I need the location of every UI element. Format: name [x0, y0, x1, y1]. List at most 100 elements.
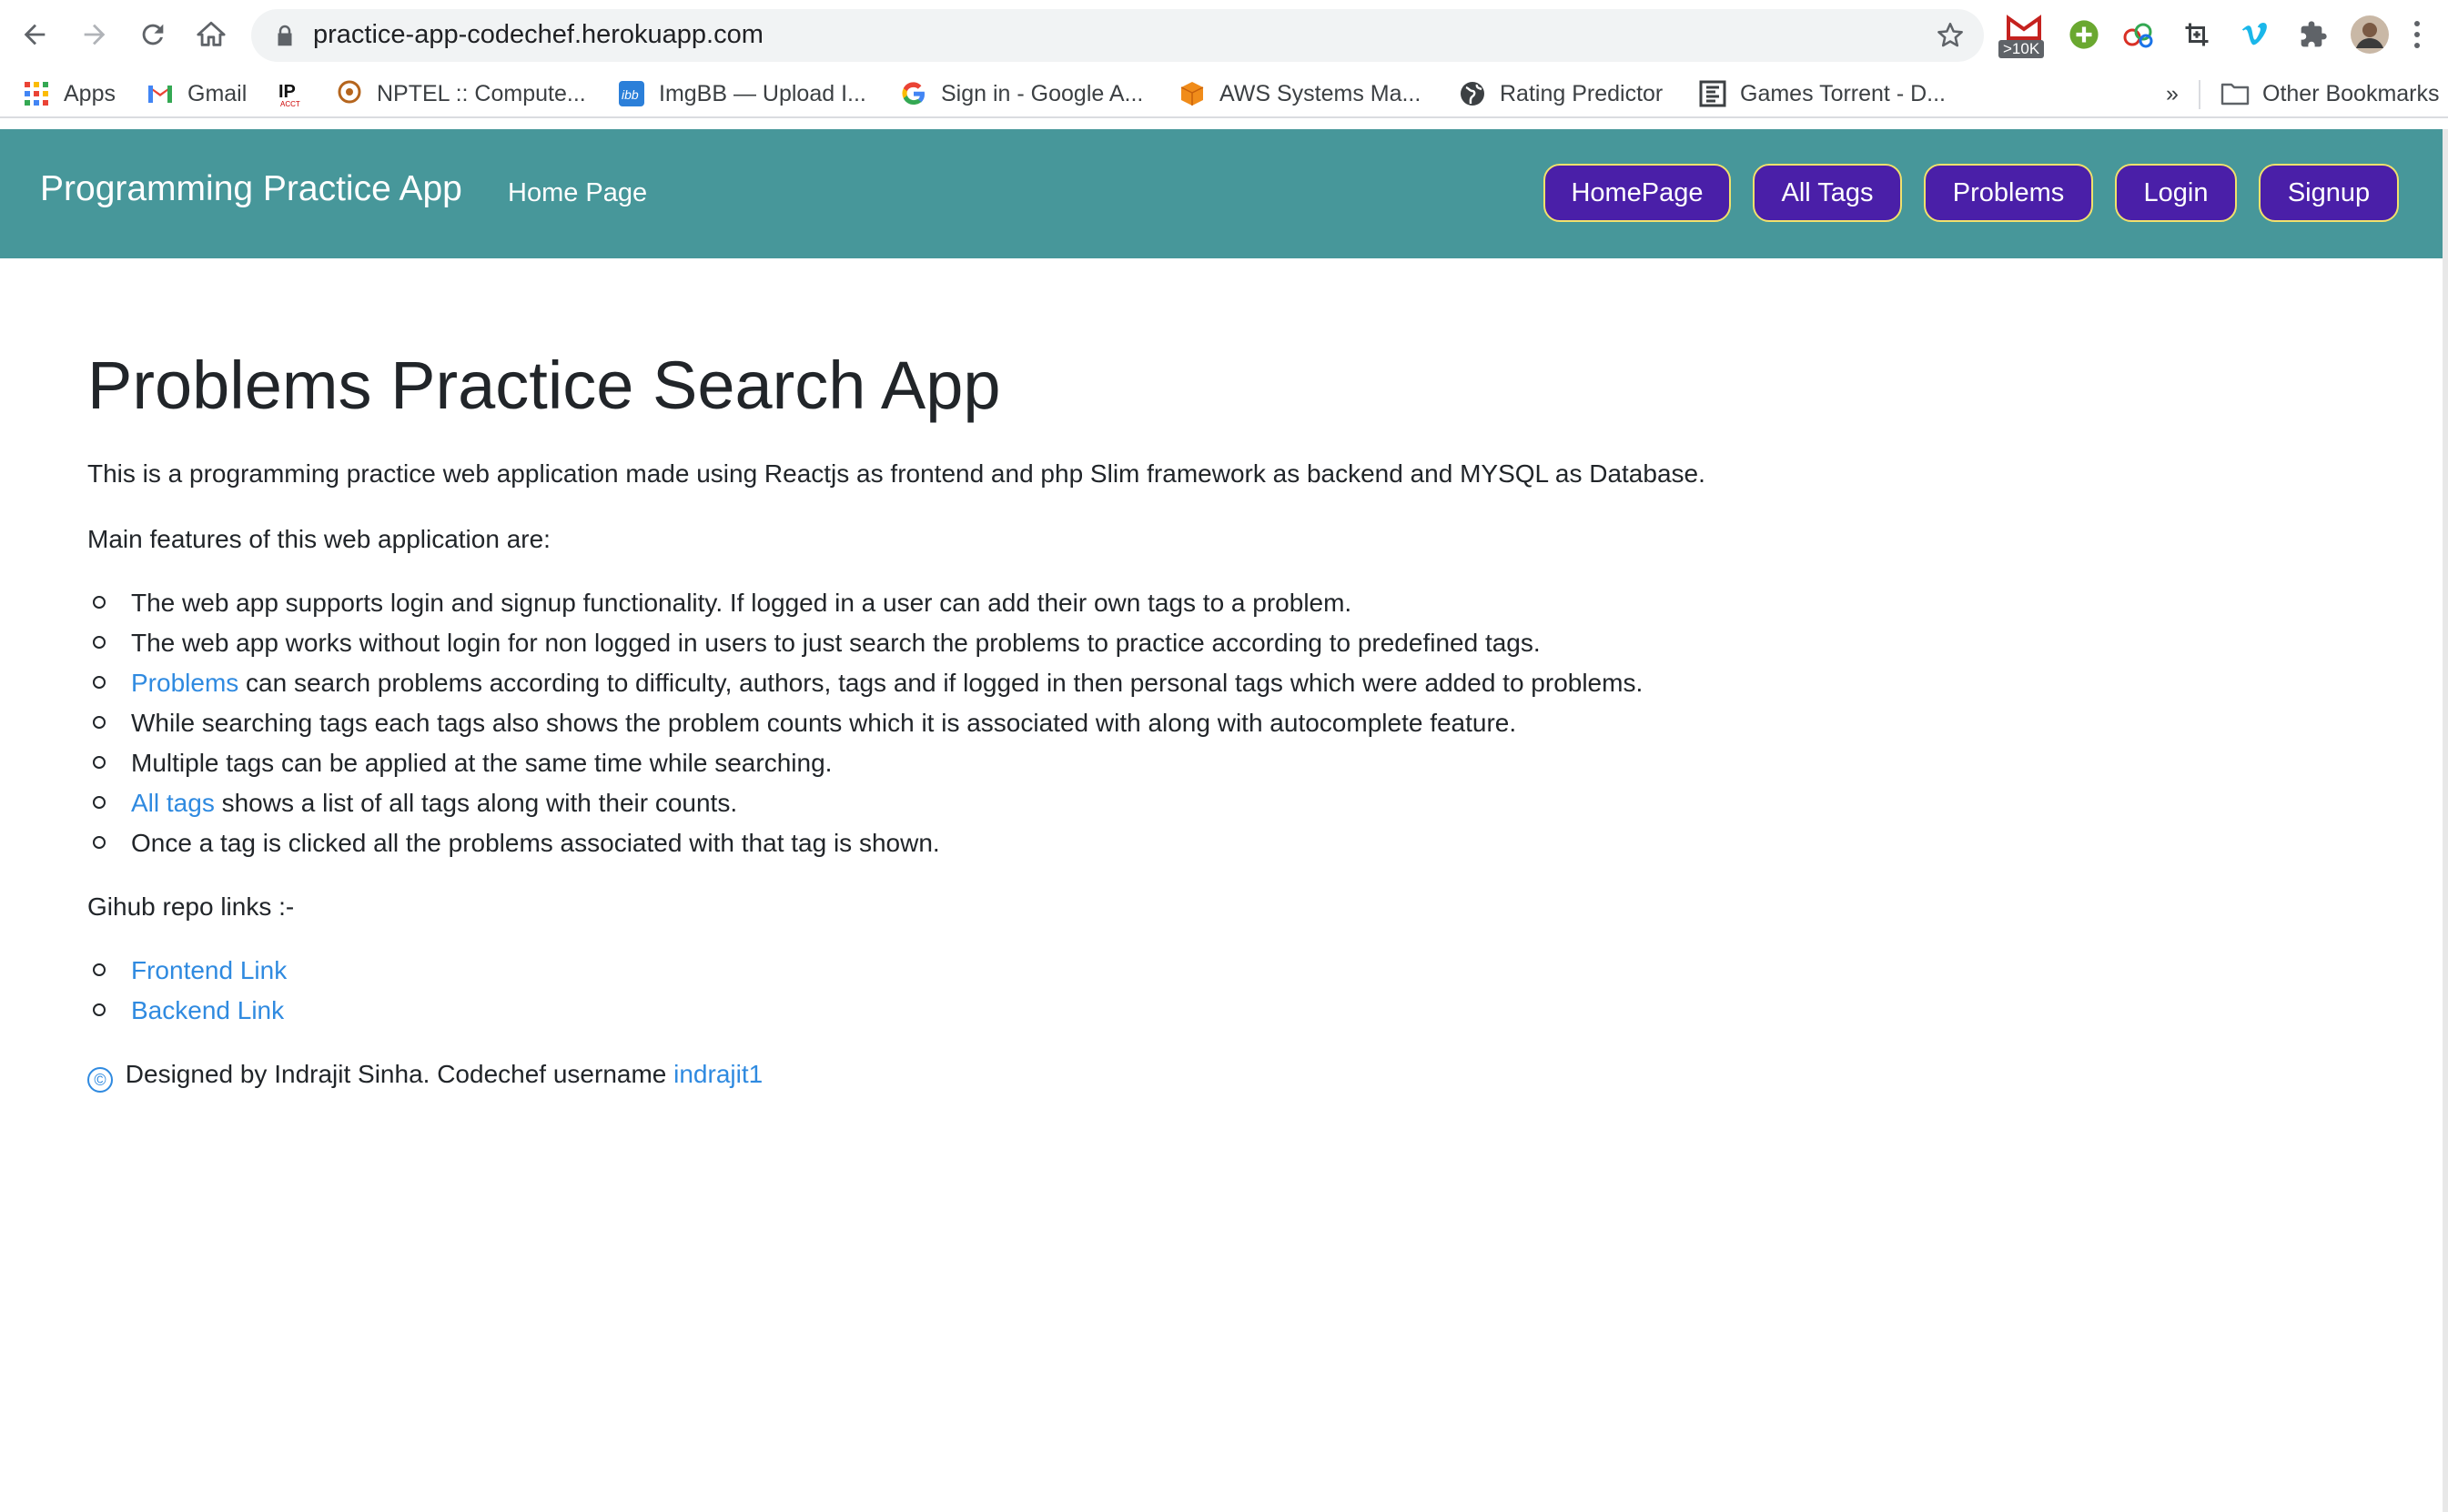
bullet — [93, 963, 106, 976]
back-arrow-icon — [24, 24, 46, 45]
globe-icon — [1458, 79, 1487, 108]
bookmark-label: Sign in - Google A... — [941, 80, 1144, 106]
gmail-count-badge: >10K — [1998, 40, 2045, 58]
bookmark-games-torrent[interactable]: Games Torrent - D... — [1698, 76, 1946, 111]
extensions-button[interactable] — [2291, 13, 2335, 56]
browser-menu-button[interactable] — [2399, 13, 2435, 56]
repo-heading: Gihub repo links :- — [87, 892, 295, 921]
footer-text: Designed by Indrajit Sinha. Codechef use… — [118, 1059, 674, 1088]
gmail-extension[interactable]: >10K — [1998, 13, 2049, 58]
bookmark-label: Rating Predictor — [1500, 80, 1664, 106]
overflow-chevron-icon: » — [2166, 80, 2179, 106]
reload-icon — [142, 24, 164, 45]
list-item: The web app supports login and signup fu… — [87, 583, 2362, 623]
problems-button[interactable]: Problems — [1924, 164, 2093, 222]
forward-button[interactable] — [73, 13, 116, 56]
profile-avatar[interactable] — [2348, 13, 2392, 56]
intro-paragraph: This is a programming practice web appli… — [87, 459, 1705, 488]
list-item: Multiple tags can be applied at the same… — [87, 743, 2362, 783]
bookmark-divider — [2199, 80, 2200, 109]
feature-text: can search problems according to difficu… — [238, 668, 1644, 697]
crop-extension[interactable] — [2175, 13, 2219, 56]
nptel-icon — [335, 79, 364, 108]
brand-title[interactable]: Programming Practice App — [40, 169, 462, 209]
bullet — [93, 1003, 106, 1016]
bullet — [93, 715, 106, 729]
bookmark-rating-predictor[interactable]: Rating Predictor — [1458, 76, 1663, 111]
reload-button[interactable] — [131, 13, 175, 56]
bookmark-nptel[interactable]: NPTEL :: Compute... — [335, 76, 586, 111]
apps-grid-icon — [22, 79, 51, 108]
list-item: Backend Link — [87, 991, 2362, 1031]
bookmark-label: Gmail — [187, 80, 248, 106]
puzzle-piece-icon — [2301, 21, 2327, 47]
bullet — [93, 675, 106, 689]
list-item: Problems can search problems according t… — [87, 663, 2362, 703]
page-title: Problems Practice Search App — [87, 348, 1001, 423]
vimeo-icon — [2241, 22, 2267, 45]
lock-icon — [278, 25, 292, 46]
plus-extension[interactable] — [2062, 13, 2106, 56]
google-icon — [899, 79, 928, 108]
bookmark-other-bookmarks[interactable]: Other Bookmarks — [2220, 76, 2440, 111]
bookmark-ip-acct[interactable]: IP ACCT — [277, 76, 319, 111]
homepage-button[interactable]: HomePage — [1543, 164, 1731, 222]
all-tags-button[interactable]: All Tags — [1753, 164, 1902, 222]
bullet — [93, 635, 106, 649]
plus-circle-icon — [2069, 20, 2099, 49]
codechef-username-link[interactable]: indrajit1 — [673, 1060, 763, 1088]
bookmark-label: ImgBB — Upload I... — [659, 80, 866, 106]
avatar-icon — [2351, 15, 2389, 54]
main-content: Problems Practice Search App This is a p… — [87, 346, 2362, 1093]
list-item: Once a tag is clicked all the problems a… — [87, 823, 2362, 863]
feature-text: shows a list of all tags along with thei… — [214, 788, 738, 817]
feature-text: Once a tag is clicked all the problems a… — [131, 828, 940, 857]
feature-text: While searching tags each tags also show… — [131, 708, 1517, 737]
bookmark-label: Other Bookmarks — [2262, 80, 2440, 106]
all-tags-link[interactable]: All tags — [131, 789, 215, 817]
games-torrent-icon — [1698, 79, 1727, 108]
bookmark-star-icon[interactable] — [1935, 20, 1966, 51]
gmail-ext-icon — [2007, 15, 2041, 40]
bullet — [93, 755, 106, 769]
browser-toolbar: practice-app-codechef.herokuapp.com >10K — [0, 0, 2448, 69]
gmail-icon — [146, 79, 175, 108]
feature-text: Multiple tags can be applied at the same… — [131, 748, 833, 777]
features-heading: Main features of this web application ar… — [87, 524, 551, 553]
bookmarks-overflow-button[interactable]: » — [2166, 76, 2179, 111]
list-item: Frontend Link — [87, 951, 2362, 991]
bookmark-label: Apps — [64, 80, 116, 106]
bookmark-label: NPTEL :: Compute... — [377, 80, 586, 106]
address-bar[interactable]: practice-app-codechef.herokuapp.com — [251, 9, 1984, 62]
svg-text:IP: IP — [278, 82, 296, 102]
bookmark-aws[interactable]: AWS Systems Ma... — [1178, 76, 1421, 111]
bullet — [93, 795, 106, 809]
vimeo-extension[interactable] — [2233, 13, 2277, 56]
footer-credit: © Designed by Indrajit Sinha. Codechef u… — [87, 1056, 2362, 1093]
signup-button[interactable]: Signup — [2259, 164, 2399, 222]
cloud-sync-icon — [2123, 23, 2153, 48]
home-button[interactable] — [189, 13, 233, 56]
kebab-menu-icon — [2414, 21, 2420, 48]
forward-arrow-icon — [84, 24, 106, 45]
folder-icon — [2220, 79, 2250, 108]
feature-text: The web app supports login and signup fu… — [131, 588, 1352, 617]
crop-plus-icon — [2185, 23, 2209, 46]
frontend-repo-link[interactable]: Frontend Link — [131, 956, 287, 984]
back-button[interactable] — [13, 13, 56, 56]
home-page-link[interactable]: Home Page — [508, 178, 647, 208]
problems-link[interactable]: Problems — [131, 669, 238, 697]
bookmark-google-signin[interactable]: Sign in - Google A... — [899, 76, 1143, 111]
cloud-extension[interactable] — [2117, 13, 2160, 56]
home-icon — [197, 21, 226, 46]
ip-acct-icon: IP ACCT — [277, 79, 306, 108]
bookmark-imgbb[interactable]: ibb ImgBB — Upload I... — [617, 76, 866, 111]
backend-repo-link[interactable]: Backend Link — [131, 996, 284, 1024]
bookmark-apps[interactable]: Apps — [22, 76, 116, 111]
bookmark-label: AWS Systems Ma... — [1219, 80, 1421, 106]
login-button[interactable]: Login — [2115, 164, 2237, 222]
bullet — [93, 835, 106, 849]
bookmarks-bar: Apps Gmail IP ACCT NPTEL :: Compute... ib… — [0, 69, 2448, 118]
bookmark-gmail[interactable]: Gmail — [146, 76, 247, 111]
bullet — [93, 595, 106, 609]
